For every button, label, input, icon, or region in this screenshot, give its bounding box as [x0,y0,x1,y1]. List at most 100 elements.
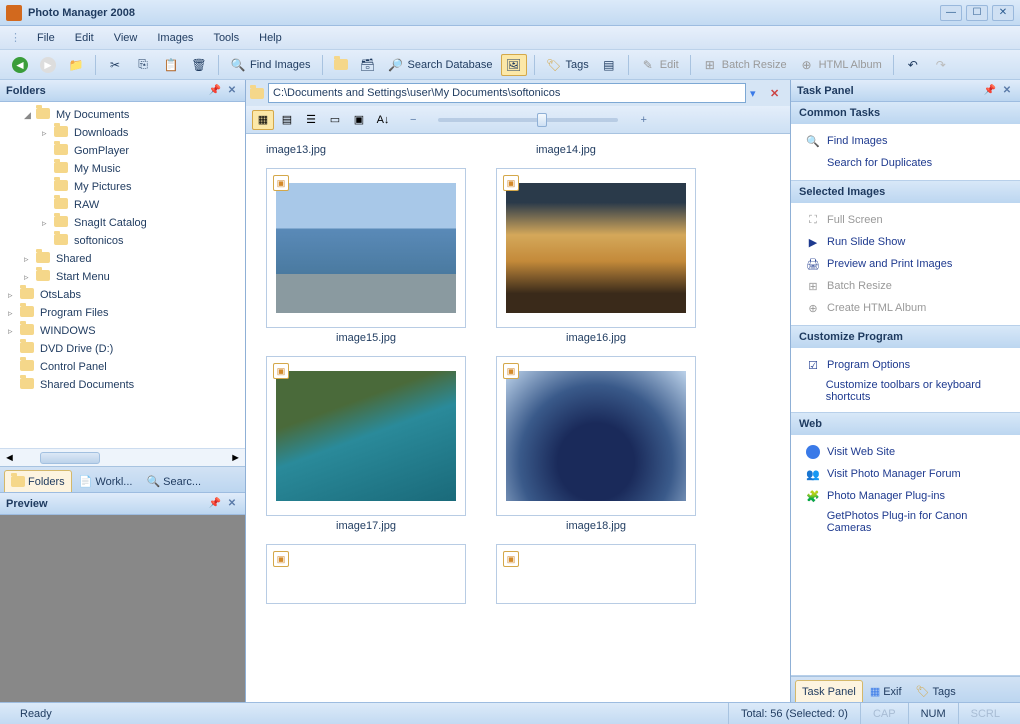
preview-print-link[interactable]: 🖨Preview and Print Images [799,253,1012,275]
pin-preview-button[interactable]: 📌 [208,497,222,511]
tree-item[interactable]: ▹Shared [0,250,245,268]
slide-show-link[interactable]: ▶Run Slide Show [799,231,1012,253]
menu-view[interactable]: View [106,29,146,47]
tree-item[interactable]: My Music [0,160,245,178]
zoom-slider[interactable] [438,118,618,122]
visit-site-link[interactable]: Visit Web Site [799,441,1012,463]
plugins-link[interactable]: 🧩Photo Manager Plug-ins [799,485,1012,507]
view-details-button[interactable]: ☰ [300,110,322,130]
path-bar: ▾ ✕ [246,80,790,106]
tree-item[interactable]: softonicos [0,232,245,250]
pin-task-button[interactable]: 📌 [983,84,997,98]
thumbnail-item[interactable]: ▣ image15.jpg [266,168,466,348]
tree-item[interactable]: ▹Downloads [0,124,245,142]
tree-item[interactable]: DVD Drive (D:) [0,340,245,358]
close-pane-button[interactable]: ✕ [225,84,239,98]
db-button[interactable]: 🗃 [356,54,380,76]
cut-icon: ✂ [107,57,123,73]
maximize-button[interactable]: ☐ [966,5,988,21]
thumbnail-item[interactable]: ▣ [496,544,696,604]
clear-path-button[interactable]: ✕ [770,87,786,100]
slider-handle[interactable] [537,113,547,127]
tree-item[interactable]: ▹WINDOWS [0,322,245,340]
tree-item[interactable]: ▹SnagIt Catalog [0,214,245,232]
status-cap: CAP [860,703,908,724]
tree-item[interactable]: ▹Program Files [0,304,245,322]
tree-item[interactable]: Control Panel [0,358,245,376]
tree-item[interactable]: Shared Documents [0,376,245,394]
tab-worklist[interactable]: 📄Workl... [72,470,140,492]
tags-list-button[interactable]: ▤ [597,54,621,76]
minimize-button[interactable]: — [940,5,962,21]
paste-button[interactable]: 📋 [159,54,183,76]
tab-search[interactable]: 🔍Searc... [139,470,208,492]
up-icon: 📁 [68,57,84,73]
tree-item[interactable]: GomPlayer [0,142,245,160]
horizontal-scrollbar[interactable]: ◄ ► [0,448,245,466]
cut-button[interactable]: ✂ [103,54,127,76]
menu-bar: ⋮ File Edit View Images Tools Help [0,26,1020,50]
thumbnail-item[interactable]: ▣ image16.jpg [496,168,696,348]
thumbnail-item[interactable]: ▣ image17.jpg [266,356,466,536]
forward-button[interactable]: ► [36,54,60,76]
view-filmstrip-button[interactable]: ▭ [324,110,346,130]
go-button[interactable]: ▾ [750,87,766,100]
html-icon: ⊕ [805,300,821,316]
view-list-button[interactable]: ▤ [276,110,298,130]
open-folder-button[interactable] [330,54,352,76]
view-tiles-button[interactable]: ▣ [348,110,370,130]
getphotos-link[interactable]: GetPhotos Plug-in for Canon Cameras [799,507,1012,537]
program-options-link[interactable]: ☑Program Options [799,354,1012,376]
tab-tags[interactable]: 🏷Tags [909,680,963,702]
close-preview-button[interactable]: ✕ [225,497,239,511]
task-panel: Task Panel 📌 ✕ Common Tasks 🔍Find Images… [790,80,1020,702]
tags-button[interactable]: 🏷Tags [542,54,593,76]
up-button[interactable]: 📁 [64,54,88,76]
back-button[interactable]: ◄ [8,54,32,76]
folder-tree[interactable]: ◢My Documents▹DownloadsGomPlayerMy Music… [0,102,245,448]
menu-tools[interactable]: Tools [205,29,247,47]
forum-link[interactable]: 👥Visit Photo Manager Forum [799,463,1012,485]
thumb-label: image13.jpg [266,140,326,160]
tab-exif[interactable]: ▦Exif [863,680,909,702]
sort-button[interactable]: A↓ [372,110,394,130]
redo-button[interactable]: ↷ [929,54,953,76]
edit-button[interactable]: ✎Edit [636,54,683,76]
pin-button[interactable]: 📌 [208,84,222,98]
path-input[interactable] [268,83,746,103]
copy-button[interactable]: ⎘ [131,54,155,76]
html-album-link[interactable]: ⊕Create HTML Album [799,297,1012,319]
search-duplicates-link[interactable]: Search for Duplicates [799,152,1012,174]
tab-task-panel[interactable]: Task Panel [795,680,863,702]
zoom-in-icon: + [640,114,646,126]
menu-file[interactable]: File [29,29,63,47]
close-button[interactable]: ✕ [992,5,1014,21]
find-images-button[interactable]: 🔍Find Images [226,54,315,76]
close-task-button[interactable]: ✕ [1000,84,1014,98]
menu-edit[interactable]: Edit [67,29,102,47]
tree-item[interactable]: RAW [0,196,245,214]
image-view-button[interactable]: 🖼 [501,54,527,76]
html-album-button[interactable]: ⊕HTML Album [795,54,886,76]
find-images-link[interactable]: 🔍Find Images [799,130,1012,152]
delete-button[interactable]: 🗑 [187,54,211,76]
thumbnail-item[interactable]: ▣ [266,544,466,604]
thumbnail-grid[interactable]: image13.jpg image14.jpg ▣ image15.jpg ▣ … [246,134,790,702]
customize-toolbars-link[interactable]: Customize toolbars or keyboard shortcuts [799,376,1012,406]
menu-images[interactable]: Images [149,29,201,47]
undo-button[interactable]: ↶ [901,54,925,76]
thumbnail-item[interactable]: ▣ image18.jpg [496,356,696,536]
tree-item[interactable]: My Pictures [0,178,245,196]
tree-item[interactable]: ◢My Documents [0,106,245,124]
batch-resize-button[interactable]: ⊞Batch Resize [698,54,791,76]
menu-help[interactable]: Help [251,29,290,47]
batch-resize-link[interactable]: ⊞Batch Resize [799,275,1012,297]
thumb-label: image18.jpg [566,516,626,536]
tree-item[interactable]: ▹OtsLabs [0,286,245,304]
folder-icon [334,59,348,70]
search-database-button[interactable]: 🔎Search Database [384,54,497,76]
tab-folders[interactable]: Folders [4,470,72,492]
view-thumbs-button[interactable]: ▦ [252,110,274,130]
tree-item[interactable]: ▹Start Menu [0,268,245,286]
full-screen-link[interactable]: ⛶Full Screen [799,209,1012,231]
